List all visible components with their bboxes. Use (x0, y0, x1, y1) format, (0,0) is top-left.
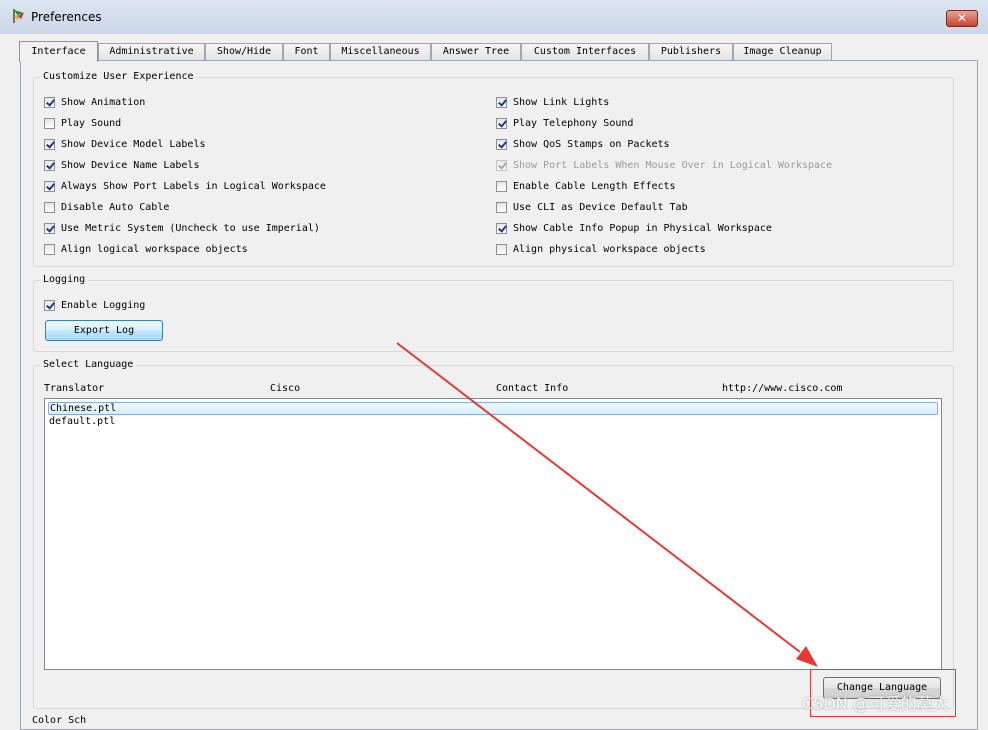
checkbox[interactable] (44, 159, 55, 171)
close-icon: ✕ (956, 11, 968, 25)
show-qos-stamps-option[interactable]: Show QoS Stamps on Packets (496, 137, 670, 151)
customize-group (33, 77, 954, 267)
align-physical-workspace-option[interactable]: Align physical workspace objects (496, 242, 706, 256)
align-logical-workspace-option[interactable]: Align logical workspace objects (44, 242, 248, 256)
contact-info-value: http://www.cisco.com (722, 383, 843, 394)
show-port-labels-mouse-over-option: Show Port Labels When Mouse Over in Logi… (496, 158, 832, 172)
tab-custom-interfaces[interactable]: Custom Interfaces (521, 43, 649, 60)
export-log-button[interactable]: Export Log (45, 320, 163, 341)
checkbox[interactable] (44, 222, 55, 234)
tab-publishers[interactable]: Publishers (649, 43, 733, 60)
show-device-name-labels-option[interactable]: Show Device Name Labels (44, 158, 199, 172)
checkbox[interactable] (496, 222, 507, 234)
list-item[interactable]: default.ptl (48, 415, 115, 428)
tab-miscellaneous[interactable]: Miscellaneous (330, 43, 431, 60)
list-item[interactable]: Chinese.ptl (48, 402, 938, 415)
play-telephony-sound-option[interactable]: Play Telephony Sound (496, 116, 633, 130)
tab-answer-tree[interactable]: Answer Tree (431, 43, 521, 60)
checkbox[interactable] (496, 180, 507, 192)
checkbox[interactable] (44, 243, 55, 255)
use-metric-system-option[interactable]: Use Metric System (Uncheck to use Imperi… (44, 221, 320, 235)
window-title: Preferences (31, 10, 102, 24)
use-cli-default-tab-option[interactable]: Use CLI as Device Default Tab (496, 200, 688, 214)
contact-info-label: Contact Info (496, 383, 569, 394)
enable-logging-option[interactable]: Enable Logging (44, 298, 145, 312)
logging-group-title: Logging (40, 274, 89, 285)
checkbox[interactable] (496, 201, 507, 213)
show-animation-option[interactable]: Show Animation (44, 95, 145, 109)
show-cable-info-popup-option[interactable]: Show Cable Info Popup in Physical Worksp… (496, 221, 772, 235)
checkbox[interactable] (44, 201, 55, 213)
always-show-port-labels-option[interactable]: Always Show Port Labels in Logical Works… (44, 179, 326, 193)
checkbox[interactable] (44, 96, 55, 108)
show-link-lights-option[interactable]: Show Link Lights (496, 95, 609, 109)
checkbox[interactable] (496, 96, 507, 108)
language-file-list[interactable]: Chinese.ptl default.ptl (44, 398, 942, 670)
watermark: CSDN @可爱的莫大 (802, 694, 949, 713)
close-button[interactable]: ✕ (946, 10, 978, 27)
title-bar: Preferences ✕ (0, 0, 988, 34)
show-device-model-labels-option[interactable]: Show Device Model Labels (44, 137, 206, 151)
checkbox[interactable] (44, 299, 55, 311)
packet-tracer-icon (13, 9, 24, 23)
play-sound-option[interactable]: Play Sound (44, 116, 121, 130)
enable-cable-length-effects-option[interactable]: Enable Cable Length Effects (496, 179, 676, 193)
translator-value: Cisco (270, 383, 301, 394)
select-language-group-title: Select Language (40, 359, 137, 370)
disable-auto-cable-option[interactable]: Disable Auto Cable (44, 200, 169, 214)
checkbox[interactable] (44, 117, 55, 129)
checkbox[interactable] (44, 138, 55, 150)
translator-label: Translator (44, 383, 105, 394)
checkbox[interactable] (496, 138, 507, 150)
tab-image-cleanup[interactable]: Image Cleanup (733, 43, 832, 60)
logging-group (33, 280, 954, 352)
checkbox[interactable] (496, 243, 507, 255)
tab-show-hide[interactable]: Show/Hide (205, 43, 283, 60)
checkbox (496, 159, 507, 171)
checkbox[interactable] (496, 117, 507, 129)
tab-interface[interactable]: Interface (19, 41, 98, 62)
tab-font[interactable]: Font (283, 43, 330, 60)
tab-administrative[interactable]: Administrative (98, 43, 205, 60)
customize-group-title: Customize User Experience (40, 71, 197, 82)
checkbox[interactable] (44, 180, 55, 192)
